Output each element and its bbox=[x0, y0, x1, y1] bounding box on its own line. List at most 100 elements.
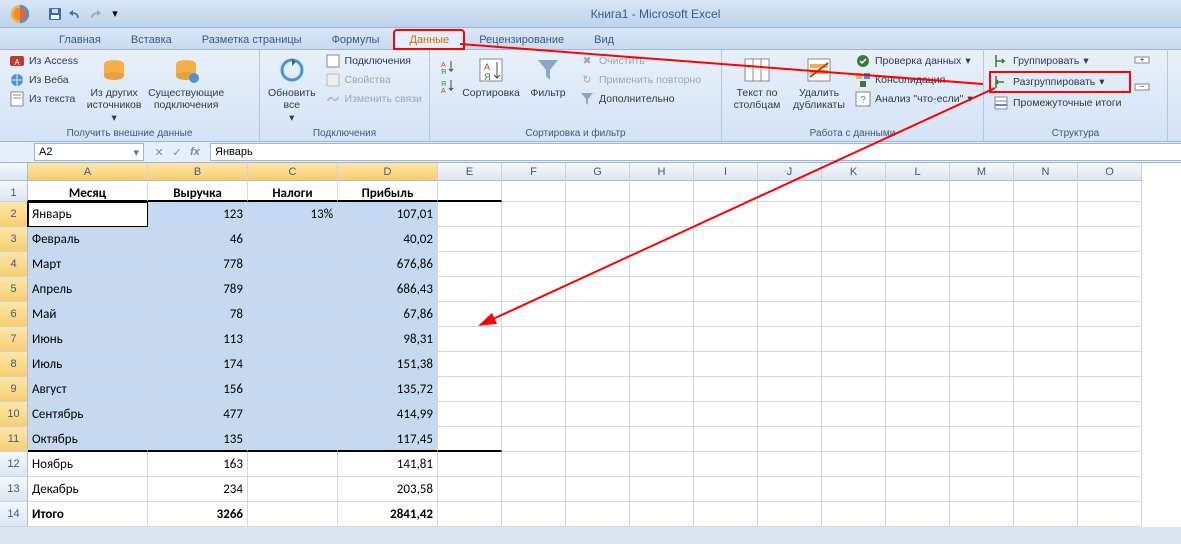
col-header-C[interactable]: C bbox=[248, 163, 338, 181]
cell-H10[interactable] bbox=[630, 402, 694, 427]
cell-N12[interactable] bbox=[1014, 452, 1078, 477]
tab-data[interactable]: Данные bbox=[394, 30, 464, 49]
refresh-all-button[interactable]: Обновить все▾ bbox=[266, 52, 318, 127]
existing-connections-button[interactable]: Существующие подключения bbox=[147, 52, 225, 113]
cell-D4[interactable]: 676,86 bbox=[338, 252, 438, 277]
cell-L6[interactable] bbox=[886, 302, 950, 327]
cell-A1[interactable]: Месяц bbox=[28, 181, 148, 202]
cell-G3[interactable] bbox=[566, 227, 630, 252]
cell-E6[interactable] bbox=[438, 302, 502, 327]
cell-M10[interactable] bbox=[950, 402, 1014, 427]
cell-F13[interactable] bbox=[502, 477, 566, 502]
cell-N1[interactable] bbox=[1014, 181, 1078, 202]
name-box[interactable]: ▾ bbox=[34, 143, 144, 161]
col-header-O[interactable]: O bbox=[1078, 163, 1142, 181]
cell-O9[interactable] bbox=[1078, 377, 1142, 402]
cell-D1[interactable]: Прибыль bbox=[338, 181, 438, 202]
cell-H8[interactable] bbox=[630, 352, 694, 377]
cell-K14[interactable] bbox=[822, 502, 886, 527]
cell-B4[interactable]: 778 bbox=[148, 252, 248, 277]
data-validation-button[interactable]: Проверка данных ▾ bbox=[852, 52, 976, 70]
cell-C3[interactable] bbox=[248, 227, 338, 252]
cell-O4[interactable] bbox=[1078, 252, 1142, 277]
expand-icon[interactable]: + bbox=[1134, 56, 1150, 75]
cell-N14[interactable] bbox=[1014, 502, 1078, 527]
cell-B14[interactable]: 3266 bbox=[148, 502, 248, 527]
cell-G4[interactable] bbox=[566, 252, 630, 277]
cell-L13[interactable] bbox=[886, 477, 950, 502]
name-box-input[interactable] bbox=[39, 146, 109, 158]
cell-J8[interactable] bbox=[758, 352, 822, 377]
cell-C6[interactable] bbox=[248, 302, 338, 327]
cell-F14[interactable] bbox=[502, 502, 566, 527]
tab-formulas[interactable]: Формулы bbox=[317, 30, 395, 49]
cell-F4[interactable] bbox=[502, 252, 566, 277]
row-header-10[interactable]: 10 bbox=[0, 402, 28, 427]
cell-A7[interactable]: Июнь bbox=[28, 327, 148, 352]
cell-K2[interactable] bbox=[822, 202, 886, 227]
cell-K12[interactable] bbox=[822, 452, 886, 477]
cell-K8[interactable] bbox=[822, 352, 886, 377]
cell-A10[interactable]: Сентябрь bbox=[28, 402, 148, 427]
cell-K5[interactable] bbox=[822, 277, 886, 302]
cell-O8[interactable] bbox=[1078, 352, 1142, 377]
cell-H12[interactable] bbox=[630, 452, 694, 477]
cell-L5[interactable] bbox=[886, 277, 950, 302]
remove-duplicates-button[interactable]: Удалить дубликаты bbox=[790, 52, 848, 113]
cell-E2[interactable] bbox=[438, 202, 502, 227]
cell-K3[interactable] bbox=[822, 227, 886, 252]
cell-E5[interactable] bbox=[438, 277, 502, 302]
cell-M7[interactable] bbox=[950, 327, 1014, 352]
col-header-N[interactable]: N bbox=[1014, 163, 1078, 181]
cell-I12[interactable] bbox=[694, 452, 758, 477]
advanced-filter-button[interactable]: Дополнительно bbox=[576, 90, 704, 108]
cell-A14[interactable]: Итого bbox=[28, 502, 148, 527]
what-if-button[interactable]: ?Анализ "что-если" ▾ bbox=[852, 90, 976, 108]
select-all-corner[interactable] bbox=[0, 163, 28, 181]
tab-review[interactable]: Рецензирование bbox=[464, 30, 579, 49]
cell-K13[interactable] bbox=[822, 477, 886, 502]
cell-K4[interactable] bbox=[822, 252, 886, 277]
cell-C7[interactable] bbox=[248, 327, 338, 352]
row-header-9[interactable]: 9 bbox=[0, 377, 28, 402]
cell-E4[interactable] bbox=[438, 252, 502, 277]
cell-H13[interactable] bbox=[630, 477, 694, 502]
cell-G13[interactable] bbox=[566, 477, 630, 502]
cell-A13[interactable]: Декабрь bbox=[28, 477, 148, 502]
cell-E12[interactable] bbox=[438, 452, 502, 477]
cell-J2[interactable] bbox=[758, 202, 822, 227]
from-other-sources-button[interactable]: Из других источников▾ bbox=[85, 52, 143, 127]
cell-G12[interactable] bbox=[566, 452, 630, 477]
cell-L1[interactable] bbox=[886, 181, 950, 202]
cell-F6[interactable] bbox=[502, 302, 566, 327]
cell-H6[interactable] bbox=[630, 302, 694, 327]
cell-D12[interactable]: 141,81 bbox=[338, 452, 438, 477]
cell-I13[interactable] bbox=[694, 477, 758, 502]
cell-L11[interactable] bbox=[886, 427, 950, 452]
cell-J3[interactable] bbox=[758, 227, 822, 252]
cell-B1[interactable]: Выручка bbox=[148, 181, 248, 202]
row-header-2[interactable]: 2 bbox=[0, 202, 28, 227]
cell-A4[interactable]: Март bbox=[28, 252, 148, 277]
cell-G14[interactable] bbox=[566, 502, 630, 527]
cell-I7[interactable] bbox=[694, 327, 758, 352]
cell-M13[interactable] bbox=[950, 477, 1014, 502]
cell-N8[interactable] bbox=[1014, 352, 1078, 377]
cell-D6[interactable]: 67,86 bbox=[338, 302, 438, 327]
cell-D7[interactable]: 98,31 bbox=[338, 327, 438, 352]
cell-J1[interactable] bbox=[758, 181, 822, 202]
cell-D14[interactable]: 2841,42 bbox=[338, 502, 438, 527]
cell-E3[interactable] bbox=[438, 227, 502, 252]
cell-A12[interactable]: Ноябрь bbox=[28, 452, 148, 477]
cell-L4[interactable] bbox=[886, 252, 950, 277]
cell-J9[interactable] bbox=[758, 377, 822, 402]
cell-C13[interactable] bbox=[248, 477, 338, 502]
col-header-H[interactable]: H bbox=[630, 163, 694, 181]
cell-K10[interactable] bbox=[822, 402, 886, 427]
cell-O13[interactable] bbox=[1078, 477, 1142, 502]
cell-H14[interactable] bbox=[630, 502, 694, 527]
filter-button[interactable]: Фильтр bbox=[524, 52, 572, 102]
cell-J14[interactable] bbox=[758, 502, 822, 527]
cell-L8[interactable] bbox=[886, 352, 950, 377]
ungroup-button[interactable]: Разгруппировать ▾ bbox=[990, 72, 1130, 92]
